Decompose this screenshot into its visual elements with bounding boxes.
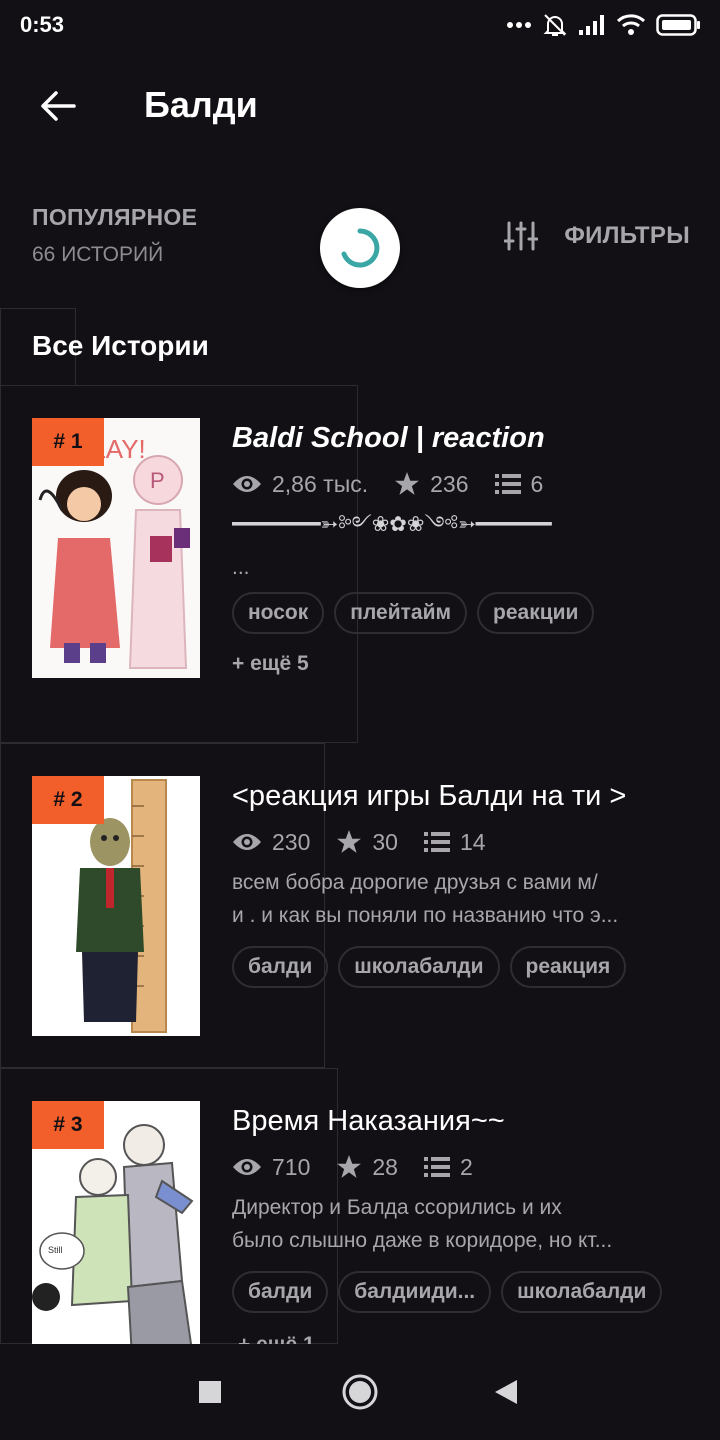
stars-stat: 236 [394,470,469,498]
stars-count: 30 [372,828,398,855]
story-description: всем бобра дорогие друзья с вами м/ и . … [232,866,692,936]
story-stats: 230 30 14 [232,820,692,864]
bell-muted-icon [543,14,567,36]
signal-icon [579,15,604,35]
story-card[interactable]: # 2 <реакция игры Балди на ти > 230 30 1… [32,776,692,1036]
sort-selector[interactable]: ПОПУЛЯРНОЕ 66 ИСТОРИЙ [32,204,197,267]
battery-icon [656,14,700,36]
back-button[interactable] [34,82,82,130]
status-bar: 0:53 [0,0,720,52]
eye-icon [233,1159,261,1175]
parts-count: 2 [459,1153,473,1180]
story-title[interactable]: Время Наказания~~ [232,1101,692,1141]
back-nav-button[interactable] [482,1368,530,1416]
list-icon [423,832,450,852]
description-line: всем бобра дорогие друзья с вами м/ [232,871,598,894]
tag[interactable]: носок [232,592,325,634]
parts-stat: 2 [423,1153,473,1181]
story-card[interactable]: # 3 Still Время Наказания~~ 710 28 2 Дир… [32,1101,692,1344]
views-count: 2,86 тыс. [272,470,369,497]
sliders-icon [504,221,539,251]
tag-list: балди школабалди реакция [232,946,692,988]
filters-button[interactable]: ФИЛЬТРЫ [504,216,690,256]
more-tags-link[interactable]: + ещё 1 [238,1333,315,1344]
story-count: 66 ИСТОРИЙ [32,243,164,266]
description-line: было слышно даже в коридоре, но кт... [232,1229,613,1252]
rank-badge: # 3 [32,1101,104,1149]
parts-count: 6 [530,470,544,497]
tag-list: носок плейтайм реакции [232,592,692,634]
description-line: и . и как вы поняли по названию что э... [232,904,619,927]
tag-list: балди балдииди... школабалди + ещё 1 [232,1271,692,1344]
views-stat: 2,86 тыс. [232,471,368,498]
circle-icon [342,1374,378,1410]
parts-count: 14 [459,828,486,855]
tag[interactable]: балдииди... [338,1271,492,1313]
system-nav-bar [0,1344,720,1440]
stars-stat: 28 [336,1154,398,1181]
recents-button[interactable] [186,1368,234,1416]
parts-stat: 14 [423,828,486,856]
tag[interactable]: балди [232,946,329,988]
story-cover[interactable]: # 1 P PLAY! [32,418,200,678]
sort-label: ПОПУЛЯРНОЕ [32,204,198,230]
stars-count: 236 [430,470,469,497]
story-cover[interactable]: # 3 Still [32,1101,200,1344]
rank-badge: # 1 [32,418,104,466]
eye-icon [233,834,261,850]
story-info: Baldi School | reaction 2,86 тыс. 236 6 … [232,418,692,676]
views-count: 710 [272,1153,311,1180]
more-tags-link[interactable]: + ещё 5 [232,652,692,676]
svg-text:Still: Still [48,1245,63,1255]
story-title[interactable]: <реакция игры Балди на ти > [232,776,692,816]
list-icon [423,1157,450,1177]
tag[interactable]: школабалди [338,946,500,988]
tag[interactable]: балди [232,1271,329,1313]
section-title: Все Истории [32,330,209,361]
tag[interactable]: школабалди [501,1271,663,1313]
story-description: ━━━━━━━➳༻❀✿❀༺➳━━━━━━ ... [232,508,692,578]
description-line: Директор и Балда ссорились и их [232,1196,562,1219]
views-count: 230 [272,828,311,855]
tag[interactable]: плейтайм [334,592,468,634]
tag[interactable]: реакция [509,946,627,988]
story-stats: 2,86 тыс. 236 6 [232,462,692,506]
story-card[interactable]: # 1 P PLAY! Baldi School | reaction 2,86… [32,418,692,718]
star-icon [395,472,420,495]
star-icon [337,830,362,853]
star-icon [337,1155,362,1178]
wifi-icon [616,14,646,35]
spinner-icon [341,228,380,268]
story-cover[interactable]: # 2 [32,776,200,1036]
views-stat: 710 [232,1154,310,1181]
triangle-back-icon [495,1380,517,1404]
page-title: Балди [144,84,258,125]
status-time: 0:53 [20,12,65,37]
stars-stat: 30 [336,829,398,856]
rank-badge: # 2 [32,776,104,824]
home-button[interactable] [336,1368,384,1416]
description-line: ... [232,556,250,578]
story-info: Время Наказания~~ 710 28 2 Директор и Ба… [232,1101,692,1344]
status-icons [506,10,702,40]
arrow-left-icon [41,91,76,121]
stars-count: 28 [372,1153,398,1180]
description-line: ━━━━━━━➳༻❀✿❀༺➳━━━━━━ [232,513,552,536]
square-icon [199,1381,221,1403]
more-dots-icon [507,22,531,28]
story-title[interactable]: Baldi School | reaction [232,418,692,458]
svg-text:P: P [150,468,165,493]
parts-stat: 6 [494,470,544,498]
list-icon [494,474,521,494]
tag[interactable]: реакции [477,592,595,634]
story-description: Директор и Балда ссорились и их было слы… [232,1191,692,1261]
loading-spinner [320,208,400,288]
views-stat: 230 [232,829,310,856]
eye-icon [233,476,261,492]
story-stats: 710 28 2 [232,1145,692,1189]
story-info: <реакция игры Балди на ти > 230 30 14 вс… [232,776,692,988]
filters-label: ФИЛЬТРЫ [564,222,690,249]
